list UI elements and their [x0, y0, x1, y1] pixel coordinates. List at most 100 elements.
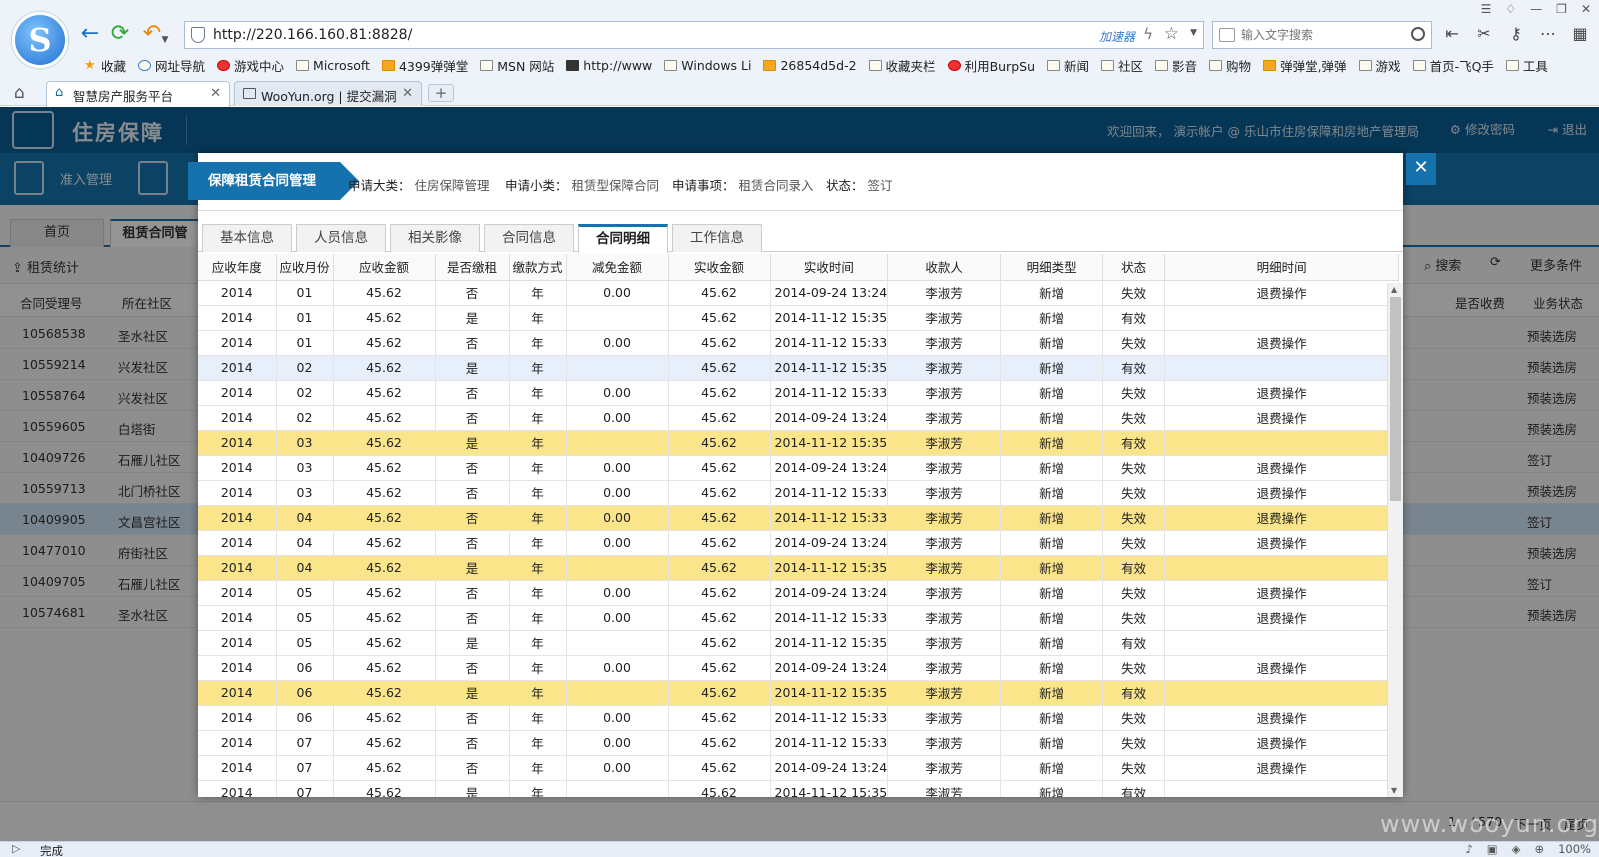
- bookmark-item[interactable]: 利用BurpSu: [942, 55, 1041, 75]
- grid-icon[interactable]: ▦: [1570, 24, 1590, 48]
- table-row[interactable]: 2014 02 45.62 否年 0.00 45.62 2014-09-24 13:24 李淑…: [198, 405, 1400, 431]
- scroll-thumb[interactable]: [1390, 297, 1401, 501]
- column-header[interactable]: 减免金额: [566, 254, 669, 281]
- shield-icon[interactable]: ◈: [1512, 842, 1521, 856]
- table-row[interactable]: 2014 06 45.62 是年 45.62 2014-11-12 15:35 李淑芳 新增有…: [198, 680, 1400, 706]
- table-row[interactable]: 2014 03 45.62 否年 0.00 45.62 2014-09-24 13:24 李淑…: [198, 455, 1400, 481]
- scissors-icon[interactable]: ✂: [1474, 24, 1494, 48]
- cell-detail-action[interactable]: 退费操作: [1164, 655, 1400, 681]
- bookmark-item[interactable]: 弹弹堂,弹弹: [1257, 55, 1352, 75]
- bookmark-item[interactable]: 新闻: [1041, 55, 1095, 75]
- bookmark-item[interactable]: http://www: [560, 55, 658, 75]
- home-icon[interactable]: ⌂: [14, 83, 25, 103]
- table-row[interactable]: 2014 01 45.62 否年 0.00 45.62 2014-11-12 15:33 李淑…: [198, 330, 1400, 356]
- bookmark-item[interactable]: 26854d5d-2: [757, 55, 862, 75]
- screenshot-icon[interactable]: ▣: [1487, 842, 1498, 856]
- cell-detail-action[interactable]: 退费操作: [1164, 530, 1400, 556]
- close-window-icon[interactable]: ✕: [1581, 2, 1591, 16]
- table-row[interactable]: 2014 04 45.62 否年 0.00 45.62 2014-11-12 15:33 李淑…: [198, 505, 1400, 531]
- column-header[interactable]: 实收时间: [770, 254, 889, 281]
- key-icon[interactable]: ⚷: [1506, 24, 1526, 48]
- more-icon[interactable]: ⋯: [1538, 24, 1558, 48]
- table-row[interactable]: 2014 06 45.62 否年 0.00 45.62 2014-11-12 15:33 李淑…: [198, 705, 1400, 731]
- search-engine-icon[interactable]: [1219, 28, 1235, 42]
- bookmark-item[interactable]: 网址导航: [132, 55, 211, 75]
- table-row[interactable]: 2014 07 45.62 否年 0.00 45.62 2014-11-12 15:33 李淑…: [198, 730, 1400, 756]
- bookmark-item[interactable]: 购物: [1203, 55, 1257, 75]
- tab-personnel-info[interactable]: 人员信息: [296, 224, 386, 252]
- search-icon[interactable]: [1411, 27, 1425, 41]
- tab-basic-info[interactable]: 基本信息: [202, 224, 292, 252]
- bookmark-item[interactable]: 游戏: [1353, 55, 1407, 75]
- url-text[interactable]: http://220.166.160.81:8828/: [213, 27, 412, 43]
- url-dropdown-icon[interactable]: ▼: [1190, 28, 1197, 38]
- table-row[interactable]: 2014 01 45.62 否年 0.00 45.62 2014-09-24 13:24 李淑…: [198, 280, 1400, 306]
- cell-detail-action[interactable]: 退费操作: [1164, 705, 1400, 731]
- cell-detail-action[interactable]: 退费操作: [1164, 380, 1400, 406]
- address-bar[interactable]: http://220.166.160.81:8828/ 加速器 ϟ ☆ ▼: [184, 21, 1204, 49]
- bookmark-item[interactable]: 影音: [1149, 55, 1203, 75]
- browser-logo-icon[interactable]: S: [12, 12, 68, 68]
- table-row[interactable]: 2014 07 45.62 是年 45.62 2014-11-12 15:35 李淑芳 新增有…: [198, 780, 1400, 797]
- table-row[interactable]: 2014 01 45.62 是年 45.62 2014-11-12 15:35 李淑芳 新增有…: [198, 305, 1400, 331]
- zoom-level[interactable]: 100%: [1558, 842, 1591, 856]
- undo-dropdown-icon[interactable]: ▼: [160, 28, 170, 52]
- table-row[interactable]: 2014 02 45.62 否年 0.00 45.62 2014-11-12 15:33 李淑…: [198, 380, 1400, 406]
- table-row[interactable]: 2014 04 45.62 是年 45.62 2014-11-12 15:35 李淑芳 新增有…: [198, 555, 1400, 581]
- table-row[interactable]: 2014 05 45.62 是年 45.62 2014-11-12 15:35 李淑芳 新增有…: [198, 630, 1400, 656]
- play-icon[interactable]: ▷: [12, 842, 20, 855]
- menu-icon[interactable]: ☰: [1481, 2, 1492, 16]
- refresh-icon[interactable]: ⟳: [108, 22, 132, 46]
- volume-icon[interactable]: ♪: [1465, 842, 1472, 856]
- bookmark-item[interactable]: Microsoft: [290, 55, 376, 75]
- browser-search-box[interactable]: [1212, 21, 1432, 49]
- table-scrollbar[interactable]: ▲ ▼: [1387, 283, 1403, 797]
- table-row[interactable]: 2014 06 45.62 否年 0.00 45.62 2014-09-24 13:24 李淑…: [198, 655, 1400, 681]
- cell-detail-action[interactable]: 退费操作: [1164, 730, 1400, 756]
- cell-detail-action[interactable]: 退费操作: [1164, 580, 1400, 606]
- bookmark-item[interactable]: MSN 网站: [474, 55, 560, 75]
- close-tab-icon[interactable]: ✕: [210, 86, 221, 101]
- table-row[interactable]: 2014 05 45.62 否年 0.00 45.62 2014-09-24 13:24 李淑…: [198, 580, 1400, 606]
- cell-detail-action[interactable]: 退费操作: [1164, 605, 1400, 631]
- cell-detail-action[interactable]: 退费操作: [1164, 280, 1400, 306]
- bookmark-item[interactable]: 收藏夹栏: [863, 55, 942, 75]
- restore-icon[interactable]: ❐: [1556, 2, 1567, 16]
- scroll-down-icon[interactable]: ▼: [1391, 786, 1397, 795]
- back-icon[interactable]: ←: [78, 22, 102, 46]
- sidebar-toggle-icon[interactable]: ⇤: [1442, 24, 1462, 48]
- column-header[interactable]: 状态: [1102, 254, 1166, 281]
- scroll-up-icon[interactable]: ▲: [1391, 285, 1397, 294]
- bookmark-item[interactable]: 社区: [1095, 55, 1149, 75]
- cell-detail-action[interactable]: 退费操作: [1164, 405, 1400, 431]
- column-header[interactable]: 收款人: [887, 254, 1002, 281]
- bookmark-item[interactable]: 4399弹弹堂: [376, 55, 474, 75]
- dialog-close-button[interactable]: ✕: [1406, 153, 1436, 185]
- bookmark-item[interactable]: ★ 收藏: [78, 55, 132, 75]
- table-row[interactable]: 2014 05 45.62 否年 0.00 45.62 2014-11-12 15:33 李淑…: [198, 605, 1400, 631]
- tab-contract-info[interactable]: 合同信息: [484, 224, 574, 252]
- cell-detail-action[interactable]: 退费操作: [1164, 480, 1400, 506]
- bookmark-item[interactable]: Windows Li: [658, 55, 757, 75]
- favorite-star-icon[interactable]: ☆: [1164, 24, 1179, 44]
- table-row[interactable]: 2014 02 45.62 是年 45.62 2014-11-12 15:35 李淑芳 新增有…: [198, 355, 1400, 381]
- tab-work-info[interactable]: 工作信息: [672, 224, 762, 252]
- accelerator-label[interactable]: 加速器: [1099, 28, 1135, 45]
- table-row[interactable]: 2014 07 45.62 否年 0.00 45.62 2014-09-24 13:24 李淑…: [198, 755, 1400, 781]
- zoom-icon[interactable]: ⊕: [1534, 842, 1544, 856]
- column-header[interactable]: 应收年度: [198, 254, 277, 281]
- close-tab-icon[interactable]: ✕: [402, 86, 413, 101]
- column-header[interactable]: 明细时间: [1164, 254, 1400, 281]
- cell-detail-action[interactable]: 退费操作: [1164, 505, 1400, 531]
- skin-icon[interactable]: ♢: [1505, 2, 1516, 16]
- column-header[interactable]: 缴款方式: [509, 254, 567, 281]
- new-tab-button[interactable]: +: [428, 84, 454, 102]
- browser-search-input[interactable]: [1241, 26, 1401, 44]
- column-header[interactable]: 明细类型: [1000, 254, 1104, 281]
- cell-detail-action[interactable]: 退费操作: [1164, 455, 1400, 481]
- bookmark-item[interactable]: 工具: [1500, 55, 1554, 75]
- column-header[interactable]: 应收金额: [333, 254, 436, 281]
- bookmark-item[interactable]: 首页-飞Q手: [1407, 55, 1500, 75]
- minimize-icon[interactable]: —: [1530, 2, 1542, 16]
- bookmark-item[interactable]: 游戏中心: [211, 55, 290, 75]
